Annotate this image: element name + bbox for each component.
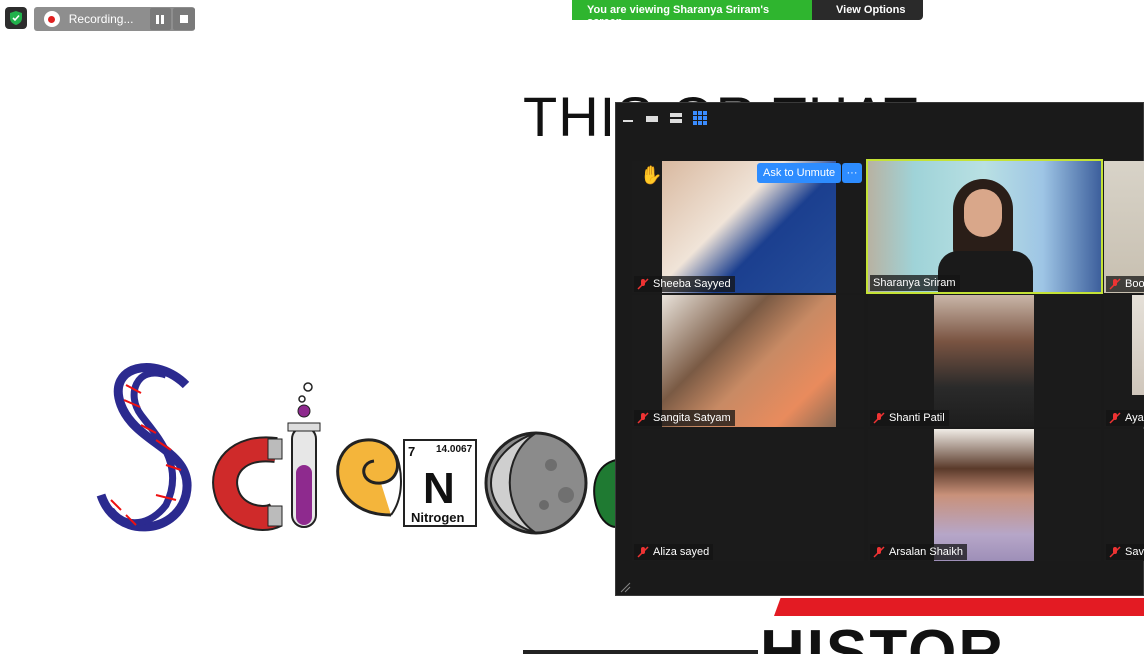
participant-video bbox=[934, 295, 1034, 427]
mic-muted-icon bbox=[1109, 278, 1121, 290]
test-tube-letter bbox=[287, 382, 321, 528]
screen-share-stage: Recording... You are viewing Sharanya Sr… bbox=[0, 0, 1144, 654]
pause-icon bbox=[156, 14, 165, 24]
mic-muted-icon bbox=[637, 412, 649, 424]
element-number: 7 bbox=[408, 444, 415, 459]
participant-tile[interactable]: Arsalan Shaikh bbox=[868, 429, 1101, 561]
chevron-down-icon: ⌄ bbox=[839, 17, 847, 27]
participant-name: Arsalan Shaikh bbox=[889, 546, 963, 558]
resize-grip-icon[interactable] bbox=[619, 580, 631, 593]
participant-name: Sheeba Sayyed bbox=[653, 278, 731, 290]
participant-name-tag: Sharanya Sriram bbox=[870, 275, 960, 291]
science-word-art: 7 14.0067 N Nitrogen bbox=[96, 355, 617, 550]
view-options-button[interactable]: View Options ⌄ bbox=[812, 0, 923, 27]
leaf-letter bbox=[593, 458, 617, 529]
element-mass: 14.0067 bbox=[436, 444, 473, 455]
screen-share-banner: You are viewing Sharanya Sriram's screen… bbox=[572, 0, 923, 28]
stop-recording-button[interactable] bbox=[173, 8, 195, 30]
mic-muted-icon bbox=[637, 278, 649, 290]
mic-muted-icon bbox=[873, 412, 885, 424]
more-options-button[interactable]: ··· bbox=[842, 163, 862, 183]
participant-tile[interactable]: ✋ Ask to Unmute ··· Sheeba Sayyed bbox=[632, 161, 864, 293]
pause-recording-button[interactable] bbox=[149, 8, 172, 30]
participant-video bbox=[934, 429, 1034, 561]
mic-muted-icon bbox=[1109, 546, 1121, 558]
participant-video bbox=[1132, 295, 1144, 395]
viewing-screen-label: You are viewing Sharanya Sriram's screen bbox=[572, 0, 812, 28]
stop-icon bbox=[180, 15, 189, 23]
divider-line bbox=[523, 650, 758, 654]
grid-view-icon[interactable] bbox=[692, 110, 708, 126]
participant-name: Savi bbox=[1125, 546, 1144, 558]
mic-muted-icon bbox=[873, 546, 885, 558]
participant-name: Aya bbox=[1125, 412, 1144, 424]
participant-tile-active-speaker[interactable]: Sharanya Sriram bbox=[866, 159, 1103, 294]
participant-name-tag: Boo bbox=[1106, 276, 1144, 292]
element-symbol: N bbox=[423, 464, 455, 513]
gallery-toolbar bbox=[620, 109, 708, 127]
view-options-label: View Options bbox=[836, 4, 906, 16]
participant-name: Boo bbox=[1125, 278, 1144, 290]
participant-name-tag: Sheeba Sayyed bbox=[634, 276, 735, 292]
minimize-icon[interactable] bbox=[620, 110, 636, 126]
participant-tile[interactable]: Shanti Patil bbox=[868, 295, 1101, 427]
mic-muted-icon bbox=[637, 546, 649, 558]
participant-name-tag: Savi bbox=[1106, 544, 1144, 560]
participant-name: Shanti Patil bbox=[889, 412, 945, 424]
participant-tile[interactable]: Sangita Satyam bbox=[632, 295, 864, 427]
red-stripe-decoration bbox=[774, 598, 1144, 616]
magnet-letter bbox=[212, 436, 283, 531]
recording-label: Recording... bbox=[68, 12, 134, 26]
participant-tile[interactable]: Savi bbox=[1104, 429, 1144, 561]
security-shield-icon[interactable] bbox=[5, 7, 27, 29]
nitrogen-element-card: 7 14.0067 N Nitrogen bbox=[403, 439, 477, 527]
participant-video bbox=[868, 161, 1101, 292]
ask-to-unmute-button[interactable]: Ask to Unmute bbox=[757, 163, 842, 183]
gallery-view-window[interactable]: ✋ Ask to Unmute ··· Sheeba Sayyed Sharan… bbox=[615, 102, 1144, 596]
participant-video bbox=[662, 295, 836, 427]
participant-name-tag: Arsalan Shaikh bbox=[870, 544, 967, 560]
participant-name-tag: Sangita Satyam bbox=[634, 410, 735, 426]
participant-tile[interactable]: Aya bbox=[1104, 295, 1144, 427]
history-heading: HISTOR bbox=[760, 618, 1006, 654]
participant-name-tag: Aya bbox=[1106, 410, 1144, 426]
single-speaker-view-icon[interactable] bbox=[644, 110, 660, 126]
recording-bar: Recording... bbox=[34, 7, 195, 31]
dna-helix-letter bbox=[96, 363, 192, 532]
raised-hand-icon: ✋ bbox=[640, 165, 663, 185]
participant-name-tag: Shanti Patil bbox=[870, 410, 949, 426]
participant-video bbox=[1104, 161, 1144, 293]
participant-name-tag: Aliza sayed bbox=[634, 544, 714, 560]
element-name: Nitrogen bbox=[411, 510, 465, 525]
strip-view-icon[interactable] bbox=[668, 110, 684, 126]
participant-name: Sharanya Sriram bbox=[873, 277, 956, 289]
moon-letter bbox=[484, 431, 588, 535]
participant-name: Sangita Satyam bbox=[653, 412, 731, 424]
recording-indicator-icon bbox=[44, 11, 60, 27]
participant-tile[interactable]: Boo bbox=[1104, 161, 1144, 293]
nautilus-shell-letter bbox=[336, 438, 402, 517]
participant-name: Aliza sayed bbox=[653, 546, 710, 558]
mic-muted-icon bbox=[1109, 412, 1121, 424]
participant-tile[interactable]: Aliza sayed bbox=[632, 429, 864, 561]
